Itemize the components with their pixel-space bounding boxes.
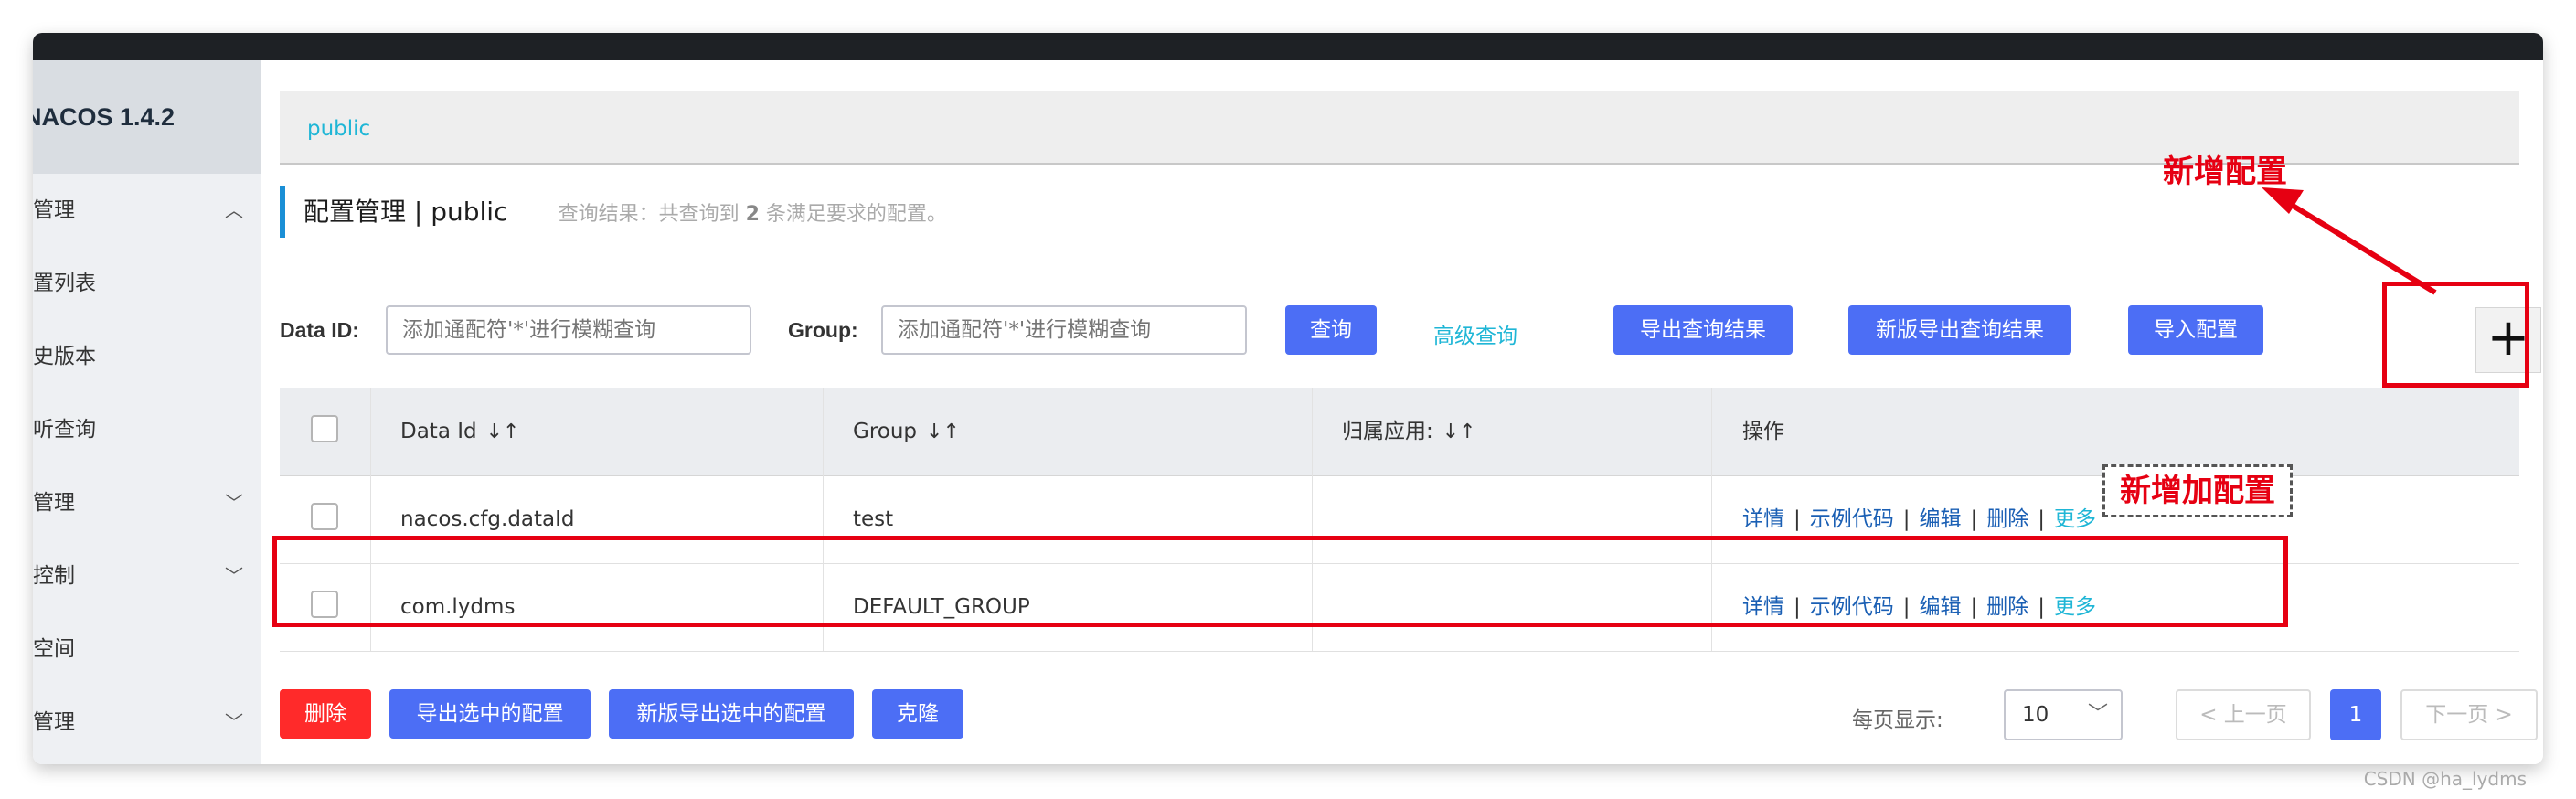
annotation-arrow <box>2262 187 2437 295</box>
arrow-line <box>2283 198 2437 295</box>
dashed-annotation-box: 新增加配置 <box>2102 464 2293 517</box>
new-added-config-annotation: 新增加配置 <box>2120 473 2275 509</box>
new-config-annotation: 新增配置 <box>2163 154 2287 190</box>
watermark: CSDN @ha_lydms <box>2363 768 2527 790</box>
